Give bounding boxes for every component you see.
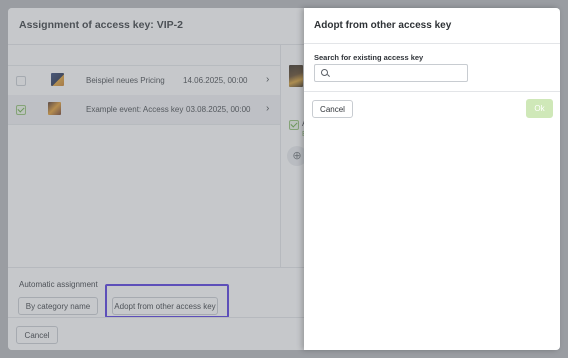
event-date: 03.08.2025, 00:00 <box>186 105 251 114</box>
event-name: Example event: Access key <box>86 105 184 114</box>
ok-button[interactable]: Ok <box>526 99 553 118</box>
panel-cancel-button[interactable]: Cancel <box>312 100 353 118</box>
divider <box>304 91 560 92</box>
list-item[interactable]: Example event: Access key 03.08.2025, 00… <box>8 95 280 125</box>
checkbox-icon[interactable] <box>16 76 26 86</box>
event-thumbnail <box>48 102 61 115</box>
checkbox-icon[interactable] <box>289 120 299 130</box>
event-thumbnail <box>51 73 64 86</box>
search-input[interactable] <box>333 67 463 79</box>
list-item[interactable]: Beispiel neues Pricing 14.06.2025, 00:00… <box>8 65 280 96</box>
event-list: Beispiel neues Pricing 14.06.2025, 00:00… <box>8 45 281 267</box>
event-thumbnail <box>289 65 303 87</box>
search-label: Search for existing access key <box>314 53 424 62</box>
search-icon <box>321 69 328 76</box>
checkbox-icon[interactable] <box>16 105 26 115</box>
chevron-right-icon[interactable]: › <box>266 103 269 114</box>
panel-header: Adopt from other access key <box>304 8 560 44</box>
adopt-from-other-access-key-button[interactable]: Adopt from other access key <box>112 297 218 315</box>
search-field[interactable] <box>314 64 468 82</box>
chevron-right-icon[interactable]: › <box>266 74 269 85</box>
by-category-name-button[interactable]: By category name <box>18 297 98 315</box>
cancel-button[interactable]: Cancel <box>16 326 58 344</box>
panel-title: Adopt from other access key <box>314 20 452 31</box>
dialog-title: Assignment of access key: VIP-2 <box>19 19 183 31</box>
event-date: 14.06.2025, 00:00 <box>183 76 248 85</box>
automatic-assignment-label: Automatic assignment <box>19 280 98 289</box>
event-name: Beispiel neues Pricing <box>86 76 165 85</box>
adopt-panel: Adopt from other access key Search for e… <box>304 8 560 350</box>
